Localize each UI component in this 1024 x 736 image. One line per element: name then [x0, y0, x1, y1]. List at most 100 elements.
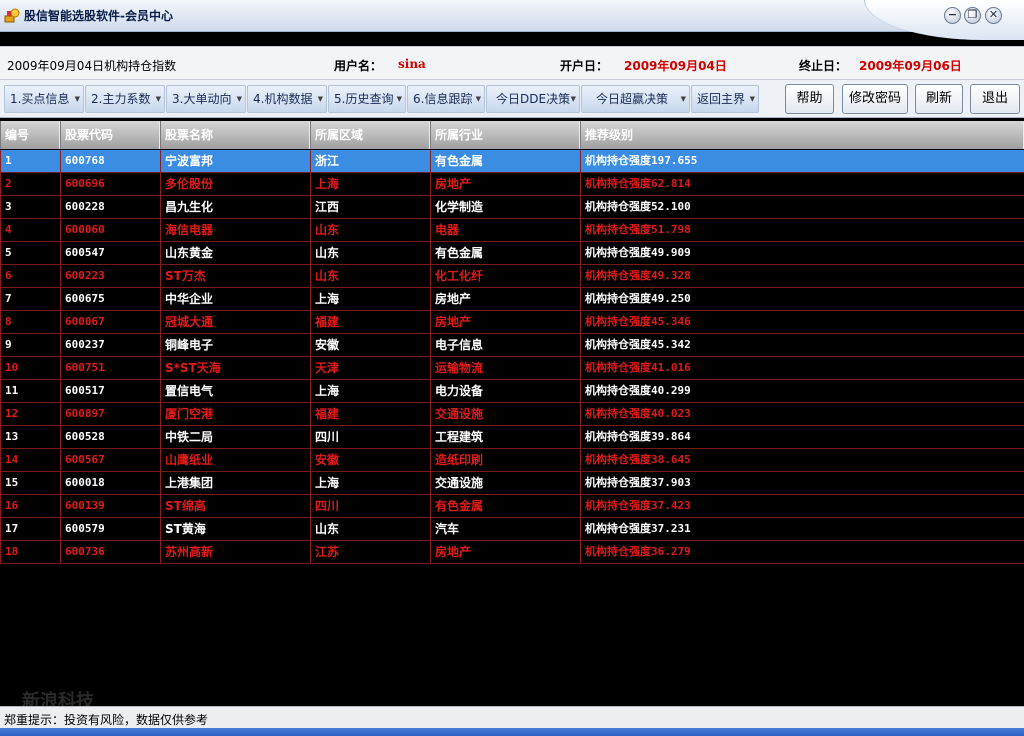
header-col-rating[interactable]: 推荐级别 — [580, 121, 1024, 149]
table-row[interactable]: 8 600067 冠城大通 福建 房地产 机构持仓强度45.346 — [0, 311, 1024, 334]
cell-region: 山东 — [310, 219, 430, 242]
cell-region: 上海 — [310, 472, 430, 495]
header-col-code[interactable]: 股票代码 — [60, 121, 160, 149]
chevron-down-icon: ▼ — [155, 95, 161, 103]
cell-industry: 房地产 — [430, 311, 580, 334]
cell-rating: 机构持仓强度49.909 — [580, 242, 1024, 265]
table-row[interactable]: 10 600751 S*ST天海 天津 运输物流 机构持仓强度41.016 — [0, 357, 1024, 380]
header-col-id[interactable]: 编号 — [0, 121, 60, 149]
cell-region: 福建 — [310, 311, 430, 334]
cell-id: 5 — [0, 242, 60, 265]
taskbar — [0, 728, 1024, 736]
cell-region: 江西 — [310, 196, 430, 219]
cell-code: 600696 — [60, 173, 160, 196]
change-password-button[interactable]: 修改密码 — [842, 84, 908, 114]
table-row[interactable]: 17 600579 ST黄海 山东 汽车 机构持仓强度37.231 — [0, 518, 1024, 541]
cell-rating: 机构持仓强度49.250 — [580, 288, 1024, 311]
cell-rating: 机构持仓强度36.279 — [580, 541, 1024, 564]
cell-region: 上海 — [310, 288, 430, 311]
table-row[interactable]: 11 600517 置信电气 上海 电力设备 机构持仓强度40.299 — [0, 380, 1024, 403]
table-row[interactable]: 4 600060 海信电器 山东 电器 机构持仓强度51.798 — [0, 219, 1024, 242]
table-row[interactable]: 2 600696 多伦股份 上海 房地产 机构持仓强度62.814 — [0, 173, 1024, 196]
title-bar[interactable]: 股信智能选股软件-会员中心 − ❐ ✕ — [0, 0, 1024, 40]
restore-button[interactable]: ❐ — [964, 7, 981, 24]
table-row[interactable]: 18 600736 苏州高新 江苏 房地产 机构持仓强度36.279 — [0, 541, 1024, 564]
cell-name: ST绵高 — [160, 495, 310, 518]
menu-institution-data[interactable]: 4.机构数据 ▼ — [247, 85, 327, 113]
cell-industry: 房地产 — [430, 288, 580, 311]
minimize-button[interactable]: − — [944, 7, 961, 24]
table-row[interactable]: 13 600528 中铁二局 四川 工程建筑 机构持仓强度39.864 — [0, 426, 1024, 449]
cell-name: S*ST天海 — [160, 357, 310, 380]
table-row[interactable]: 14 600567 山鹰纸业 安徽 造纸印刷 机构持仓强度38.645 — [0, 449, 1024, 472]
cell-rating: 机构持仓强度52.100 — [580, 196, 1024, 219]
cell-region: 山东 — [310, 518, 430, 541]
table-row[interactable]: 6 600223 ST万杰 山东 化工化纤 机构持仓强度49.328 — [0, 265, 1024, 288]
cell-code: 600547 — [60, 242, 160, 265]
exit-button[interactable]: 退出 — [970, 84, 1020, 114]
cell-industry: 化学制造 — [430, 196, 580, 219]
cell-region: 四川 — [310, 495, 430, 518]
cell-industry: 电器 — [430, 219, 580, 242]
cell-name: 中铁二局 — [160, 426, 310, 449]
cell-rating: 机构持仓强度45.342 — [580, 334, 1024, 357]
cell-id: 3 — [0, 196, 60, 219]
cell-code: 600736 — [60, 541, 160, 564]
table-row[interactable]: 16 600139 ST绵高 四川 有色金属 机构持仓强度37.423 — [0, 495, 1024, 518]
cell-region: 山东 — [310, 242, 430, 265]
cell-rating: 机构持仓强度38.645 — [580, 449, 1024, 472]
cell-id: 14 — [0, 449, 60, 472]
cell-name: 中华企业 — [160, 288, 310, 311]
cell-rating: 机构持仓强度37.423 — [580, 495, 1024, 518]
help-button[interactable]: 帮助 — [785, 84, 834, 114]
table-row[interactable]: 15 600018 上港集团 上海 交通设施 机构持仓强度37.903 — [0, 472, 1024, 495]
cell-rating: 机构持仓强度40.299 — [580, 380, 1024, 403]
menu-return-main[interactable]: 返回主界 ▼ — [691, 85, 759, 113]
app-logo-icon — [4, 8, 20, 23]
table-row[interactable]: 3 600228 昌九生化 江西 化学制造 机构持仓强度52.100 — [0, 196, 1024, 219]
status-bar: 郑重提示：投资有风险，数据仅供参考 — [0, 706, 1024, 728]
toolbar: 1.买点信息 ▼ 2.主力系数 ▼ 3.大单动向 ▼ 4.机构数据 ▼ 5.历史查询 ▼ … — [0, 80, 1024, 118]
cell-region: 天津 — [310, 357, 430, 380]
menu-dde-decision[interactable]: 今日DDE决策 ▼ — [486, 85, 580, 113]
table-row[interactable]: 7 600675 中华企业 上海 房地产 机构持仓强度49.250 — [0, 288, 1024, 311]
cell-industry: 交通设施 — [430, 472, 580, 495]
table-row[interactable]: 12 600897 厦门空港 福建 交通设施 机构持仓强度40.023 — [0, 403, 1024, 426]
cell-region: 安徽 — [310, 449, 430, 472]
menu-super-win-decision[interactable]: 今日超赢决策 ▼ — [581, 85, 690, 113]
header-col-name[interactable]: 股票名称 — [160, 121, 310, 149]
cell-region: 上海 — [310, 173, 430, 196]
refresh-button[interactable]: 刷新 — [915, 84, 963, 114]
end-date-label: 终止日： — [799, 59, 848, 73]
chevron-down-icon: ▼ — [317, 95, 323, 103]
chevron-down-icon: ▼ — [680, 95, 686, 103]
cell-industry: 房地产 — [430, 541, 580, 564]
cell-name: 宁波富邦 — [160, 150, 310, 173]
cell-name: 山鹰纸业 — [160, 449, 310, 472]
menu-buy-point-info[interactable]: 1.买点信息 ▼ — [4, 85, 84, 113]
menu-label: 3.大单动向 — [172, 92, 232, 106]
menu-main-force[interactable]: 2.主力系数 ▼ — [85, 85, 165, 113]
cell-code: 600897 — [60, 403, 160, 426]
menu-label: 今日超赢决策 — [596, 92, 669, 106]
menu-history-query[interactable]: 5.历史查询 ▼ — [328, 85, 406, 113]
table-row[interactable]: 1 600768 宁波富邦 浙江 有色金属 机构持仓强度197.655 — [0, 150, 1024, 173]
menu-info-tracking[interactable]: 6.信息跟踪 ▼ — [407, 85, 485, 113]
chevron-down-icon: ▼ — [570, 95, 576, 103]
close-button[interactable]: ✕ — [985, 7, 1002, 24]
table-row[interactable]: 5 600547 山东黄金 山东 有色金属 机构持仓强度49.909 — [0, 242, 1024, 265]
cell-code: 600237 — [60, 334, 160, 357]
cell-name: ST黄海 — [160, 518, 310, 541]
menu-big-order[interactable]: 3.大单动向 ▼ — [166, 85, 246, 113]
cell-id: 4 — [0, 219, 60, 242]
header-col-industry[interactable]: 所属行业 — [430, 121, 580, 149]
cell-rating: 机构持仓强度45.346 — [580, 311, 1024, 334]
cell-industry: 造纸印刷 — [430, 449, 580, 472]
cell-id: 9 — [0, 334, 60, 357]
table-row[interactable]: 9 600237 铜峰电子 安徽 电子信息 机构持仓强度45.342 — [0, 334, 1024, 357]
cell-code: 600528 — [60, 426, 160, 449]
cell-rating: 机构持仓强度37.903 — [580, 472, 1024, 495]
cell-code: 600018 — [60, 472, 160, 495]
chevron-down-icon: ▼ — [749, 95, 755, 103]
header-col-region[interactable]: 所属区域 — [310, 121, 430, 149]
